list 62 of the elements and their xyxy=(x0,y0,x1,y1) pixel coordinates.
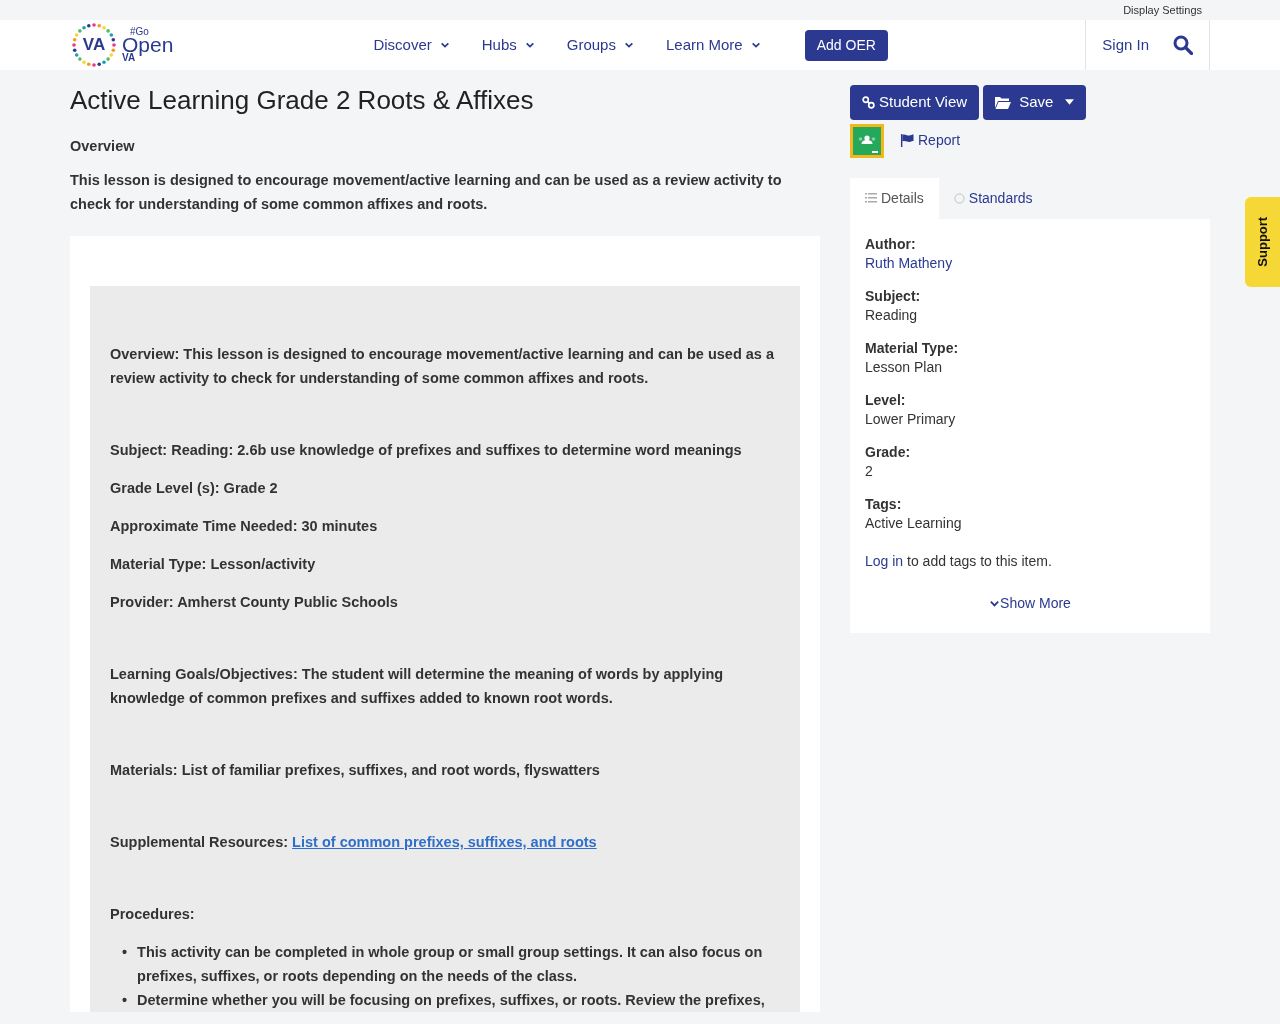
author-link[interactable]: Ruth Matheny xyxy=(865,252,1195,273)
detail-label: Subject: xyxy=(865,286,922,305)
details-tab[interactable]: Details xyxy=(850,177,939,219)
lesson-paragraph: Overview: This lesson is designed to encourage movement/active learning and can be used as a review activity to check for understanding of some common affixes and roots. xyxy=(110,345,775,389)
caret-icon xyxy=(1065,99,1075,106)
detail-value: Lower Primary xyxy=(865,409,957,429)
lesson-paragraph: Learning Goals/Objectives: The student will determine the meaning of words by applying knowledge of common prefixes and suffixes added to known root words. xyxy=(110,665,725,709)
details-tab[interactable]: Standards xyxy=(938,177,1048,219)
detail-value: Active Learning xyxy=(865,513,963,533)
lesson-paragraph: Material Type: Lesson/activity xyxy=(110,555,317,575)
bullet-marker: • xyxy=(122,991,128,1011)
lesson-paragraph: Approximate Time Needed: 30 minutes xyxy=(110,517,379,537)
overview-text: This lesson is designed to encourage movement/active learning and can be used as a review activity to check for understanding of some common affixes and roots. xyxy=(70,171,783,215)
site-logo[interactable]: VA #Go Open VA xyxy=(70,21,174,69)
detail-label: Level: xyxy=(865,390,907,409)
detail-value: Lesson Plan xyxy=(865,357,944,377)
lesson-paragraph: Provider: Amherst County Public Schools xyxy=(110,593,399,613)
dotted-ring-icon xyxy=(70,21,118,69)
sign-in-link[interactable]: Sign In xyxy=(1102,33,1149,57)
nav-menu-link[interactable]: Learn More xyxy=(665,33,761,57)
page-title: Active Learning Grade 2 Roots & Affixes xyxy=(70,85,535,117)
overview-heading: Overview xyxy=(70,137,136,157)
log-in-link[interactable]: Log in xyxy=(865,552,904,569)
save-button[interactable]: Save xyxy=(983,85,1087,120)
support-tab[interactable]: Support xyxy=(1245,197,1280,287)
procedure-step: This activity can be completed in whole group or small group settings. It can also focus on prefixes, suffixes, or roots depending on the needs of the class. xyxy=(137,940,780,989)
lesson-paragraph: Supplemental Resources: List of common prefixes, suffixes, and roots xyxy=(110,833,598,853)
nav-menu-link[interactable]: Groups xyxy=(566,33,634,57)
chevron-down-icon xyxy=(524,40,535,50)
detail-value: 2 xyxy=(865,461,874,481)
bullet-marker: • xyxy=(122,943,128,963)
nav-menu-link[interactable]: Discover xyxy=(373,33,450,57)
tags-note: Log in to add tags to this item. xyxy=(865,551,1053,571)
folder-icon xyxy=(995,95,1012,109)
link-icon xyxy=(862,95,875,109)
list-icon xyxy=(865,193,877,203)
add-oer-button[interactable]: Add OER xyxy=(804,29,888,61)
lesson-paragraph: Materials: List of familiar prefixes, suffixes, and root words, flyswatters xyxy=(110,761,601,781)
lesson-paragraph: Procedures: xyxy=(110,905,196,925)
lesson-paragraph: Subject: Reading: 2.6b use knowledge of prefixes and suffixes to determine word meanings xyxy=(110,441,743,461)
detail-label: Material Type: xyxy=(865,338,960,357)
chevron-down-icon xyxy=(750,40,761,50)
search-icon xyxy=(1173,35,1193,55)
resource-link[interactable]: List of common prefixes, suffixes, and roots xyxy=(292,834,597,851)
detail-value: Reading xyxy=(865,305,919,325)
nav-menu-link[interactable]: Hubs xyxy=(481,33,535,57)
chevron-down-icon xyxy=(439,40,450,50)
detail-label: Tags: xyxy=(865,494,903,513)
circle-icon xyxy=(953,192,965,204)
show-more-link[interactable]: Show More xyxy=(989,592,1071,614)
classroom-icon xyxy=(853,126,881,155)
report-link[interactable]: Report xyxy=(900,130,961,151)
search-button[interactable] xyxy=(1173,35,1193,55)
classroom-share-button[interactable] xyxy=(850,123,884,158)
procedure-step: Determine whether you will be focusing on prefixes, suffixes, or roots. Review the prefixes, xyxy=(137,988,765,1013)
flag-icon xyxy=(900,134,914,147)
display-settings-link[interactable]: Display Settings xyxy=(1123,1,1210,19)
detail-label: Author: xyxy=(865,234,917,253)
detail-label: Grade: xyxy=(865,442,912,461)
student-view-button[interactable]: Student View xyxy=(850,85,980,120)
chevron-down-icon xyxy=(623,40,634,50)
lesson-paragraph: Grade Level (s): Grade 2 xyxy=(110,479,279,499)
